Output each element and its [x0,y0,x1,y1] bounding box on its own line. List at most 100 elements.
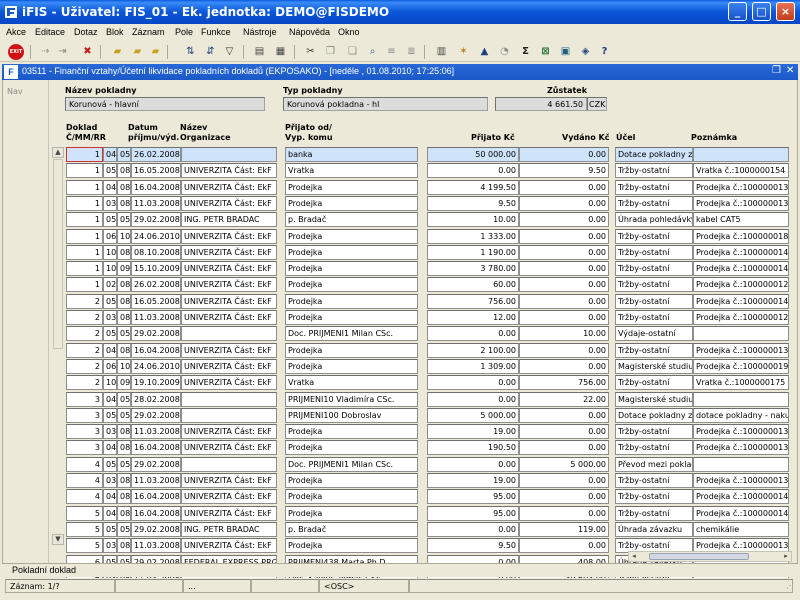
cell-komu[interactable]: Prodejka [285,244,418,260]
menu-akce[interactable]: Akce [6,27,26,37]
close-button[interactable]: × [776,2,795,21]
cell-prijato[interactable]: 3 780.00 [427,261,519,277]
table-row[interactable]: 3 05 05 29.02.2008 PRIJMENI100 Dobroslav 5 00… [3,407,799,424]
cell-ucel[interactable]: Tržby-ostatní [615,228,693,244]
cell-vydano[interactable]: 0.00 [519,195,609,211]
cell-vydano[interactable]: 9.50 [519,163,609,179]
cell-datum[interactable]: 11.03.2008 [131,473,181,488]
cell-mm[interactable]: 02 [103,277,117,293]
cell-ucel[interactable]: Tržby-ostatní [615,375,693,391]
cell-mm[interactable]: 04 [103,391,117,407]
cell-c[interactable]: 1 [66,277,103,293]
cell-rr[interactable]: 08 [117,179,131,195]
nav-button[interactable]: Nav [7,87,23,96]
cell-komu[interactable]: PRIJMENI10 Vladimíra CSc. [285,391,418,407]
cell-org[interactable]: UNIVERZITA Část: EkF [181,342,277,358]
cell-mm[interactable]: 10 [103,375,117,391]
table-row[interactable]: 4 04 08 16.04.2008 UNIVERZITA Část: EkF Prode… [3,489,799,505]
cell-datum[interactable]: 19.10.2009 [131,375,181,391]
cell-mm[interactable]: 04 [103,489,117,505]
cell-vydano[interactable]: 10.00 [519,326,609,342]
cell-org[interactable]: UNIVERZITA Část: EkF [181,473,277,488]
sort-descending-icon[interactable]: ⇵ [203,45,218,59]
cell-org[interactable]: UNIVERZITA Část: EkF [181,440,277,456]
cell-rr[interactable]: 10 [117,228,131,244]
menu-funkce[interactable]: Funkce [201,27,231,37]
mountain-icon[interactable]: ▲ [477,45,492,59]
cell-komu[interactable]: Prodejka [285,489,418,505]
cell-org[interactable]: UNIVERZITA Část: EkF [181,277,277,293]
cell-pozn[interactable]: Prodejka č.:1000000131 [693,424,789,440]
cell-pozn[interactable]: Prodejka č.:1000000140 [693,489,789,505]
horizontal-scrollbar[interactable]: ◂ ▸ [628,551,792,562]
cell-mm[interactable]: 04 [103,505,117,521]
cell-rr[interactable]: 08 [117,473,131,488]
cell-prijato[interactable]: 756.00 [427,293,519,309]
cell-vydano[interactable]: 0.00 [519,505,609,521]
cell-c[interactable]: 3 [66,407,103,423]
cell-komu[interactable]: PRIJMENI100 Dobroslav [285,407,418,423]
cell-pozn[interactable]: Vratka č.:1000000175 [693,375,789,391]
cell-komu[interactable]: Prodejka [285,342,418,358]
cell-datum[interactable]: 16.04.2008 [131,489,181,505]
exit-icon[interactable]: EXIT [8,44,24,60]
cell-vydano[interactable]: 0.00 [519,358,609,374]
cell-org[interactable]: UNIVERZITA Část: EkF [181,163,277,179]
cell-komu[interactable]: Prodejka [285,261,418,277]
cell-vydano[interactable]: 0.00 [519,440,609,456]
folder-search-icon[interactable]: ▰ [148,45,163,59]
cell-komu[interactable]: Prodejka [285,505,418,521]
cell-datum[interactable]: 08.10.2008 [131,244,181,260]
question-icon[interactable]: ? [597,45,612,59]
find-icon[interactable]: ⌕ [365,45,380,59]
cell-datum[interactable]: 11.03.2008 [131,310,181,325]
cell-mm[interactable]: 03 [103,424,117,440]
cell-mm[interactable]: 05 [103,293,117,309]
cell-rr[interactable]: 05 [117,326,131,342]
cell-mm[interactable]: 05 [103,407,117,423]
cell-vydano[interactable]: 0.00 [519,277,609,293]
table-row[interactable]: 4 03 08 11.03.2008 UNIVERZITA Část: EkF Prode… [3,473,799,489]
cell-c[interactable]: 2 [66,375,103,391]
cell-rr[interactable]: 08 [117,424,131,440]
cell-ucel[interactable]: Tržby-ostatní [615,342,693,358]
cell-ucel[interactable]: Tržby-ostatní [615,440,693,456]
cell-vydano[interactable]: 5 000.00 [519,456,609,472]
cell-rr[interactable]: 08 [117,310,131,325]
cell-komu[interactable]: Prodejka [285,179,418,195]
building-icon[interactable]: ▥ [434,45,449,59]
cell-mm[interactable]: 03 [103,195,117,211]
cell-vydano[interactable]: 0.00 [519,212,609,228]
minimize-button[interactable]: _ [728,2,747,21]
cell-komu[interactable]: Prodejka [285,310,418,325]
cell-komu[interactable]: Vratka [285,375,418,391]
cell-c[interactable]: 5 [66,521,103,537]
cell-c[interactable]: 4 [66,473,103,488]
cell-ucel[interactable]: Tržby-ostatní [615,244,693,260]
scroll-left-icon[interactable]: ◂ [629,552,639,561]
cell-pozn[interactable] [693,147,789,162]
cell-pozn[interactable]: Prodejka č.:1000000132 [693,473,789,488]
paste-icon[interactable]: ❏ [345,45,360,59]
cell-prijato[interactable]: 0.00 [427,326,519,342]
cell-c[interactable]: 1 [66,228,103,244]
cell-prijato[interactable]: 0.00 [427,375,519,391]
table-row[interactable]: 1 02 08 26.02.2008 UNIVERZITA Část: EkF Prode… [3,277,799,293]
cell-ucel[interactable]: Tržby-ostatní [615,163,693,179]
remove-record-icon[interactable]: ⇥ [55,45,70,59]
cell-mm[interactable]: 04 [103,147,117,162]
cut-icon[interactable]: ✂ [303,45,318,59]
cell-ucel[interactable]: Tržby-ostatní [615,179,693,195]
cell-ucel[interactable]: Tržby-ostatní [615,261,693,277]
cell-vydano[interactable]: 0.00 [519,424,609,440]
cell-c[interactable]: 1 [66,261,103,277]
cell-pozn[interactable]: Prodejka č.:1000000139 [693,440,789,456]
cell-prijato[interactable]: 19.00 [427,424,519,440]
insert-record-icon[interactable]: ⇢ [38,45,53,59]
table-row[interactable]: 2 03 08 11.03.2008 UNIVERZITA Část: EkF Prode… [3,310,799,326]
cell-vydano[interactable]: 0.00 [519,244,609,260]
table-row[interactable]: 1 10 08 08.10.2008 UNIVERZITA Část: EkF Prode… [3,244,799,261]
cell-pozn[interactable]: chemikálie [693,521,789,537]
cell-ucel[interactable]: Tržby-ostatní [615,473,693,488]
cell-pozn[interactable] [693,326,789,342]
